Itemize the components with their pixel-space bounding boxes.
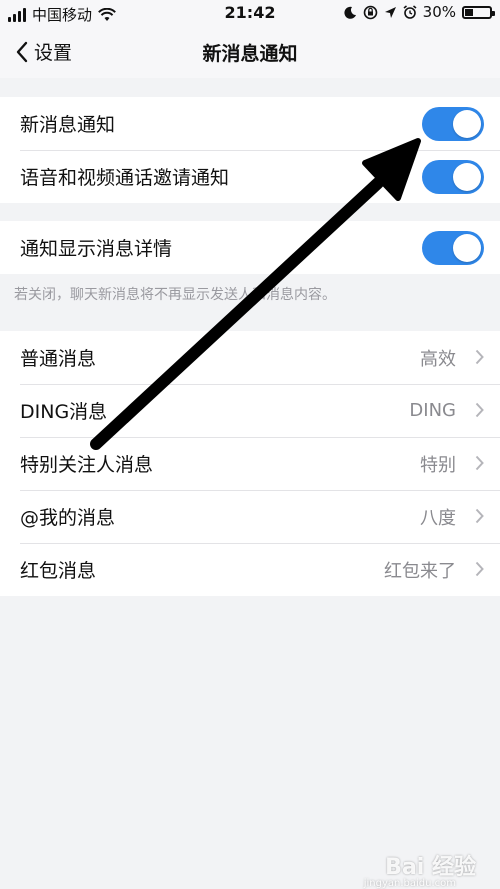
- list-item-special-contact-message[interactable]: 特别关注人消息 特别: [0, 437, 500, 490]
- list-item-mention-message[interactable]: @我的消息 八度: [0, 490, 500, 543]
- list-item-normal-message[interactable]: 普通消息 高效: [0, 331, 500, 384]
- notification-toggles-group: 新消息通知 语音和视频通话邀请通知: [0, 97, 500, 203]
- setting-row-new-message: 新消息通知: [0, 97, 500, 150]
- moon-icon: [344, 6, 356, 19]
- item-label: 红包消息: [20, 560, 97, 582]
- battery-percent: 30%: [422, 3, 456, 21]
- item-value: 八度: [420, 507, 456, 529]
- item-label: 普通消息: [20, 348, 97, 370]
- lock-rotation-icon: [363, 5, 377, 19]
- status-right: 30%: [344, 3, 495, 21]
- setting-row-show-details: 通知显示消息详情: [0, 221, 500, 274]
- message-types-group: 普通消息 高效 DING消息 DING 特别关注人消息 特别 @我的消息 八度 …: [0, 331, 500, 596]
- chevron-right-icon: [475, 561, 484, 577]
- item-value: 高效: [420, 348, 456, 370]
- baidu-watermark-logo: Bai 经验: [385, 855, 476, 880]
- list-item-ding-message[interactable]: DING消息 DING: [0, 384, 500, 437]
- item-value: DING: [409, 400, 456, 421]
- chevron-right-icon: [475, 455, 484, 471]
- chevron-right-icon: [475, 349, 484, 365]
- status-bar: 中国移动 21:42 30%: [0, 0, 500, 26]
- chevron-right-icon: [475, 402, 484, 418]
- item-value: 红包来了: [384, 560, 456, 582]
- toggle-knob: [453, 110, 481, 138]
- detail-toggle-group: 通知显示消息详情: [0, 221, 500, 274]
- list-item-red-packet-message[interactable]: 红包消息 红包来了: [0, 543, 500, 596]
- hint-text: 若关闭，聊天新消息将不再显示发送人和消息内容。: [14, 287, 336, 303]
- toggle-knob: [453, 234, 481, 262]
- call-invite-toggle[interactable]: [422, 160, 484, 194]
- item-label: 特别关注人消息: [20, 454, 154, 476]
- page-title: 新消息通知: [202, 43, 298, 65]
- setting-label: 语音和视频通话邀请通知: [20, 167, 230, 189]
- nav-bar: 设置 新消息通知: [0, 26, 500, 78]
- toggle-knob: [453, 163, 481, 191]
- battery-fill: [465, 8, 473, 16]
- alarm-icon: [403, 5, 417, 19]
- chevron-right-icon: [475, 508, 484, 524]
- item-label: @我的消息: [20, 507, 116, 529]
- setting-label: 通知显示消息详情: [20, 238, 173, 260]
- battery-icon: [462, 5, 495, 19]
- show-details-toggle[interactable]: [422, 231, 484, 265]
- setting-row-call-invite: 语音和视频通话邀请通知: [0, 150, 500, 203]
- location-icon: [384, 6, 396, 18]
- watermark-url: jingyan.baidu.com: [363, 878, 456, 889]
- item-label: DING消息: [20, 401, 108, 423]
- item-value: 特别: [420, 454, 456, 476]
- new-message-toggle[interactable]: [422, 107, 484, 141]
- setting-label: 新消息通知: [20, 114, 116, 136]
